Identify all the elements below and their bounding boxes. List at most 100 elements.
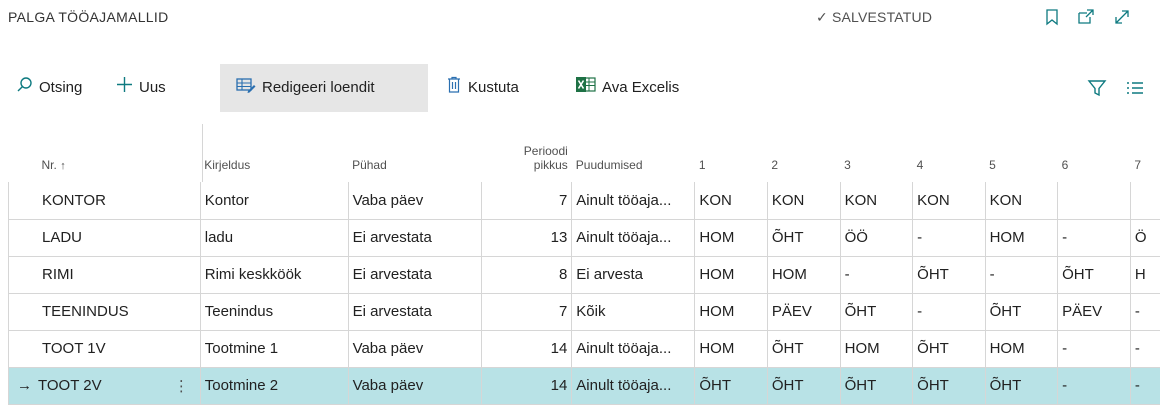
cell-day-2[interactable]: PÄEV xyxy=(766,293,841,331)
cell-day-3[interactable]: HOM xyxy=(839,330,913,368)
cell-day-6[interactable]: - xyxy=(1057,367,1131,405)
cell-day-5[interactable]: ÕHT xyxy=(984,293,1058,331)
cell-description[interactable]: Rimi keskköök xyxy=(199,256,349,294)
cell-day-7[interactable]: H xyxy=(1129,256,1160,294)
col-header-day-1[interactable]: 1 xyxy=(695,124,768,182)
cell-period[interactable]: 13 xyxy=(481,219,572,257)
cell-description[interactable]: Tootmine 2 xyxy=(199,367,349,405)
cell-day-1[interactable]: ÕHT xyxy=(694,367,768,405)
search-button[interactable]: Otsing xyxy=(16,64,114,112)
cell-period[interactable]: 8 xyxy=(481,256,572,294)
new-button[interactable]: Uus xyxy=(116,64,206,112)
table-row[interactable]: TEENINDUS Teenindus Ei arvestata 7 Kõik … xyxy=(7,293,1160,331)
cell-nr[interactable]: KONTOR xyxy=(7,182,163,220)
table-row[interactable]: KONTOR Kontor Vaba päev 7 Ainult tööaja.… xyxy=(7,182,1160,220)
cell-day-5[interactable]: KON xyxy=(984,182,1058,220)
cell-day-5[interactable]: HOM xyxy=(984,330,1058,368)
cell-day-7[interactable]: - xyxy=(1129,330,1160,368)
cell-day-2[interactable]: HOM xyxy=(766,256,841,294)
cell-day-5[interactable]: - xyxy=(984,256,1058,294)
cell-day-4[interactable]: ÕHT xyxy=(912,330,986,368)
cell-day-7[interactable]: Ö xyxy=(1129,219,1160,257)
col-header-day-6[interactable]: 6 xyxy=(1058,124,1131,182)
open-excel-button[interactable]: Ava Excelis xyxy=(576,64,706,112)
col-header-description[interactable]: Kirjeldus xyxy=(200,124,348,182)
delete-button[interactable]: Kustuta xyxy=(446,64,550,112)
cell-day-4[interactable]: ÕHT xyxy=(912,256,986,294)
open-new-window-icon[interactable] xyxy=(1077,8,1095,26)
cell-absences[interactable]: Ainult tööaja... xyxy=(571,330,695,368)
cell-absences[interactable]: Ainult tööaja... xyxy=(571,367,695,405)
cell-day-6[interactable]: - xyxy=(1057,219,1131,257)
col-header-day-4[interactable]: 4 xyxy=(913,124,985,182)
cell-holidays[interactable]: Ei arvestata xyxy=(347,256,482,294)
cell-day-2[interactable]: ÕHT xyxy=(766,330,841,368)
cell-day-4[interactable]: ÕHT xyxy=(912,367,986,405)
cell-day-1[interactable]: KON xyxy=(694,182,768,220)
cell-holidays[interactable]: Ei arvestata xyxy=(347,219,482,257)
cell-day-2[interactable]: ÕHT xyxy=(766,367,841,405)
cell-day-6[interactable]: ÕHT xyxy=(1057,256,1131,294)
cell-day-1[interactable]: HOM xyxy=(694,330,768,368)
cell-period[interactable]: 7 xyxy=(481,293,572,331)
cell-day-2[interactable]: ÕHT xyxy=(766,219,841,257)
cell-day-5[interactable]: ÕHT xyxy=(984,367,1058,405)
cell-day-3[interactable]: ÕHT xyxy=(839,293,913,331)
cell-day-6[interactable]: - xyxy=(1057,330,1131,368)
cell-day-4[interactable]: - xyxy=(912,219,986,257)
cell-nr[interactable]: LADU xyxy=(7,219,163,257)
table-row[interactable]: TOOT 1V Tootmine 1 Vaba päev 14 Ainult t… xyxy=(7,330,1160,368)
col-header-nr[interactable]: Nr. ↑ xyxy=(9,124,163,182)
cell-absences[interactable]: Kõik xyxy=(571,293,695,331)
cell-day-7[interactable]: - xyxy=(1129,293,1160,331)
table-row[interactable]: RIMI Rimi keskköök Ei arvestata 8 Ei arv… xyxy=(7,256,1160,294)
cell-nr[interactable]: → TOOT 2V xyxy=(7,367,163,405)
cell-day-7[interactable]: - xyxy=(1129,367,1160,405)
cell-holidays[interactable]: Vaba päev xyxy=(347,367,482,405)
cell-day-1[interactable]: HOM xyxy=(694,293,768,331)
cell-nr[interactable]: RIMI xyxy=(7,256,163,294)
col-header-day-7[interactable]: 7 xyxy=(1130,124,1160,182)
row-menu-dots-icon[interactable]: ⋮ xyxy=(162,367,201,405)
col-header-day-5[interactable]: 5 xyxy=(985,124,1058,182)
cell-day-4[interactable]: KON xyxy=(912,182,986,220)
cell-day-1[interactable]: HOM xyxy=(694,219,768,257)
cell-absences[interactable]: Ainult tööaja... xyxy=(571,219,695,257)
cell-day-3[interactable]: ÕHT xyxy=(839,367,913,405)
cell-day-1[interactable]: HOM xyxy=(694,256,768,294)
cell-day-3[interactable]: ÖÖ xyxy=(839,219,913,257)
cell-absences[interactable]: Ainult tööaja... xyxy=(571,182,695,220)
cell-description[interactable]: ladu xyxy=(199,219,349,257)
cell-day-6[interactable]: PÄEV xyxy=(1057,293,1131,331)
cell-holidays[interactable]: Ei arvestata xyxy=(347,293,482,331)
cell-holidays[interactable]: Vaba päev xyxy=(347,182,482,220)
edit-list-button[interactable]: Redigeeri loendit xyxy=(220,64,428,112)
cell-absences[interactable]: Ei arvesta xyxy=(571,256,695,294)
list-icon[interactable] xyxy=(1125,78,1145,98)
bookmark-icon[interactable] xyxy=(1043,8,1061,26)
cell-day-7[interactable] xyxy=(1129,182,1160,220)
cell-nr[interactable]: TOOT 1V xyxy=(7,330,163,368)
cell-day-5[interactable]: HOM xyxy=(984,219,1058,257)
col-header-day-3[interactable]: 3 xyxy=(840,124,913,182)
filter-icon[interactable] xyxy=(1087,78,1107,98)
cell-description[interactable]: Kontor xyxy=(199,182,349,220)
cell-period[interactable]: 14 xyxy=(481,367,572,405)
col-header-holidays[interactable]: Pühad xyxy=(348,124,482,182)
cell-day-3[interactable]: - xyxy=(839,256,913,294)
cell-period[interactable]: 7 xyxy=(481,182,572,220)
col-header-day-2[interactable]: 2 xyxy=(767,124,840,182)
cell-day-2[interactable]: KON xyxy=(766,182,841,220)
table-row[interactable]: LADU ladu Ei arvestata 13 Ainult tööaja.… xyxy=(7,219,1160,257)
expand-icon[interactable] xyxy=(1113,8,1131,26)
cell-period[interactable]: 14 xyxy=(481,330,572,368)
cell-nr[interactable]: TEENINDUS xyxy=(7,293,163,331)
col-header-period[interactable]: Perioodi pikkus xyxy=(482,124,572,182)
cell-description[interactable]: Tootmine 1 xyxy=(199,330,349,368)
cell-description[interactable]: Teenindus xyxy=(199,293,349,331)
cell-day-4[interactable]: - xyxy=(912,293,986,331)
cell-day-3[interactable]: KON xyxy=(839,182,913,220)
table-row-selected[interactable]: → TOOT 2V ⋮ Tootmine 2 Vaba päev 14 Ainul… xyxy=(7,367,1160,405)
col-header-absences[interactable]: Puudumised xyxy=(572,124,695,182)
cell-holidays[interactable]: Vaba päev xyxy=(347,330,482,368)
